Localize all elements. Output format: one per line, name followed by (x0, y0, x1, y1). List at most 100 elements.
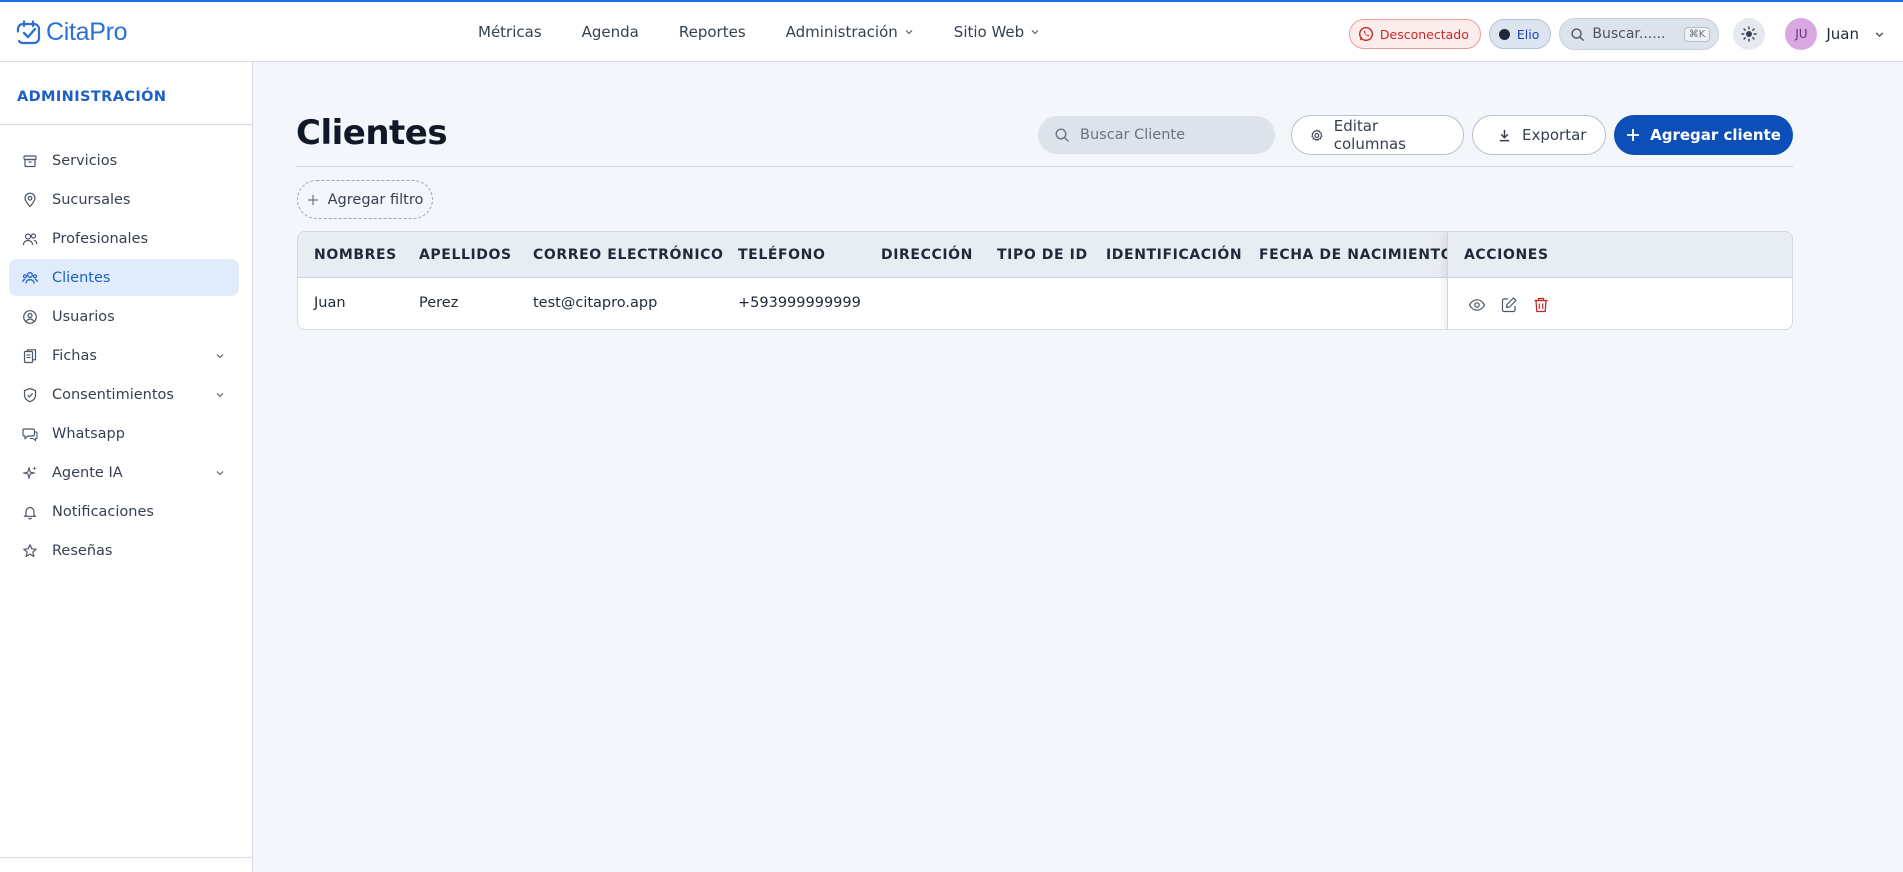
theme-toggle-button[interactable] (1733, 18, 1766, 50)
actions-column: ACCIONES (1447, 232, 1792, 329)
users-icon (22, 232, 38, 245)
calendar-check-logo-icon (16, 19, 41, 44)
chat-icon (22, 427, 38, 442)
column-header-telefono[interactable]: TELÉFONO (738, 247, 825, 263)
star-icon (23, 543, 37, 557)
sidebar-item-label: Usuarios (52, 308, 115, 325)
citapro-logo[interactable]: CitaPro (16, 18, 128, 47)
page-title: Clientes (296, 113, 448, 153)
user-menu[interactable]: JU Juan (1785, 18, 1885, 50)
sidebar-item-label: Clientes (52, 269, 111, 286)
sidebar-item-profesionales[interactable]: Profesionales (9, 220, 239, 257)
search-shortcut-badge: ⌘K (1683, 26, 1711, 42)
bell-icon (23, 506, 37, 519)
sidebar-item-notificaciones[interactable]: Notificaciones (9, 493, 239, 530)
add-client-button[interactable]: Agregar cliente (1614, 115, 1793, 155)
cell-telefono: +593999999999 (738, 295, 861, 311)
sidebar-footer-divider (0, 857, 252, 858)
actions-header: ACCIONES (1448, 232, 1792, 278)
column-header-identificacion[interactable]: IDENTIFICACIÓN (1106, 247, 1242, 263)
plus-icon (307, 194, 318, 205)
whatsapp-status-text: Desconectado (1379, 26, 1469, 42)
column-header-apellidos[interactable]: APELLIDOS (419, 247, 512, 263)
title-divider (296, 166, 1793, 167)
chevron-down-icon (1875, 31, 1884, 37)
nav-sitio-web[interactable]: Sitio Web (954, 23, 1040, 41)
trash-icon[interactable] (1532, 296, 1550, 314)
sidebar-item-consentimientos[interactable]: Consentimientos (9, 376, 239, 413)
sidebar-title: ADMINISTRACIÓN (17, 89, 167, 105)
sidebar-item-label: Reseñas (52, 542, 113, 559)
box-icon (23, 154, 37, 167)
gear-icon (1311, 128, 1323, 141)
nav-agenda[interactable]: Agenda (582, 23, 639, 41)
clients-table: NOMBRES APELLIDOS CORREO ELECTRÓNICO TEL… (297, 231, 1793, 330)
header-tools: Desconectado Elio Buscar...... ⌘K JU Jua… (1348, 18, 1885, 50)
sidebar-item-whatsapp[interactable]: Whatsapp (9, 415, 239, 452)
sidebar-item-label: Notificaciones (52, 503, 154, 520)
sidebar-item-agente-ia[interactable]: Agente IA (9, 454, 239, 491)
nav-administracion[interactable]: Administración (786, 23, 914, 41)
view-icon[interactable] (1468, 296, 1486, 314)
user-circle-icon (23, 309, 37, 324)
edit-columns-button[interactable]: Editar columnas (1291, 115, 1464, 155)
sidebar-item-label: Fichas (52, 347, 97, 364)
assistant-elio-button[interactable]: Elio (1488, 19, 1552, 49)
sidebar-item-label: Whatsapp (52, 425, 125, 442)
sidebar-item-fichas[interactable]: Fichas (9, 337, 239, 374)
chevron-down-icon (905, 30, 913, 35)
export-button[interactable]: Exportar (1472, 115, 1606, 155)
column-header-direccion[interactable]: DIRECCIÓN (881, 247, 973, 263)
client-search-placeholder: Buscar Cliente (1080, 127, 1186, 143)
sparkles-icon (22, 465, 37, 480)
column-header-nombres[interactable]: NOMBRES (314, 247, 397, 263)
search-icon (1571, 27, 1585, 41)
search-icon (1055, 128, 1069, 142)
cell-nombres: Juan (314, 295, 346, 311)
assistant-avatar-icon (1498, 28, 1510, 40)
map-pin-icon (24, 192, 36, 207)
shield-check-icon (23, 387, 37, 402)
chevron-down-icon (1031, 30, 1039, 35)
client-search-input[interactable]: Buscar Cliente (1038, 116, 1275, 154)
sidebar-item-label: Consentimientos (52, 386, 174, 403)
sidebar-item-label: Agente IA (52, 464, 123, 481)
column-header-fecha-nacimiento[interactable]: FECHA DE NACIMIENTO (1259, 247, 1453, 263)
nav-reportes[interactable]: Reportes (679, 23, 746, 41)
global-search[interactable]: Buscar...... ⌘K (1559, 18, 1720, 50)
global-search-placeholder: Buscar...... (1592, 26, 1666, 42)
top-navbar: CitaPro Métricas Agenda Reportes Adminis… (0, 0, 1903, 62)
column-header-tipo-id[interactable]: TIPO DE ID (997, 247, 1088, 263)
edit-icon[interactable] (1500, 296, 1518, 314)
user-name: Juan (1826, 25, 1859, 43)
chevron-down-icon (216, 392, 224, 397)
sidebar-item-label: Servicios (52, 152, 118, 169)
sidebar: ADMINISTRACIÓN Servicios Sucursales Prof… (0, 62, 253, 872)
user-group-icon (22, 271, 38, 284)
cell-correo: test@citapro.app (533, 295, 658, 311)
logo-text: CitaPro (46, 18, 128, 46)
whatsapp-icon (1358, 26, 1373, 42)
chevron-down-icon (216, 353, 224, 358)
plus-icon (1627, 129, 1640, 141)
files-icon (23, 348, 37, 363)
sidebar-item-servicios[interactable]: Servicios (9, 142, 239, 179)
column-header-acciones: ACCIONES (1464, 247, 1549, 263)
download-icon (1499, 129, 1510, 141)
chevron-down-icon (216, 470, 224, 475)
sun-icon (1741, 26, 1758, 42)
edit-columns-label: Editar columnas (1333, 117, 1406, 153)
sidebar-item-label: Profesionales (52, 230, 149, 247)
sidebar-divider (0, 124, 252, 125)
add-filter-button[interactable]: Agregar filtro (297, 180, 433, 219)
sidebar-item-clientes[interactable]: Clientes (9, 259, 239, 296)
add-client-label: Agregar cliente (1650, 126, 1781, 144)
whatsapp-status-badge[interactable]: Desconectado (1348, 19, 1481, 49)
sidebar-item-resenas[interactable]: Reseñas (9, 532, 239, 569)
sidebar-item-usuarios[interactable]: Usuarios (9, 298, 239, 335)
sidebar-item-sucursales[interactable]: Sucursales (9, 181, 239, 218)
column-header-correo[interactable]: CORREO ELECTRÓNICO (533, 247, 724, 263)
cell-apellidos: Perez (419, 295, 459, 311)
nav-metricas[interactable]: Métricas (478, 23, 542, 41)
assistant-name: Elio (1516, 26, 1540, 42)
